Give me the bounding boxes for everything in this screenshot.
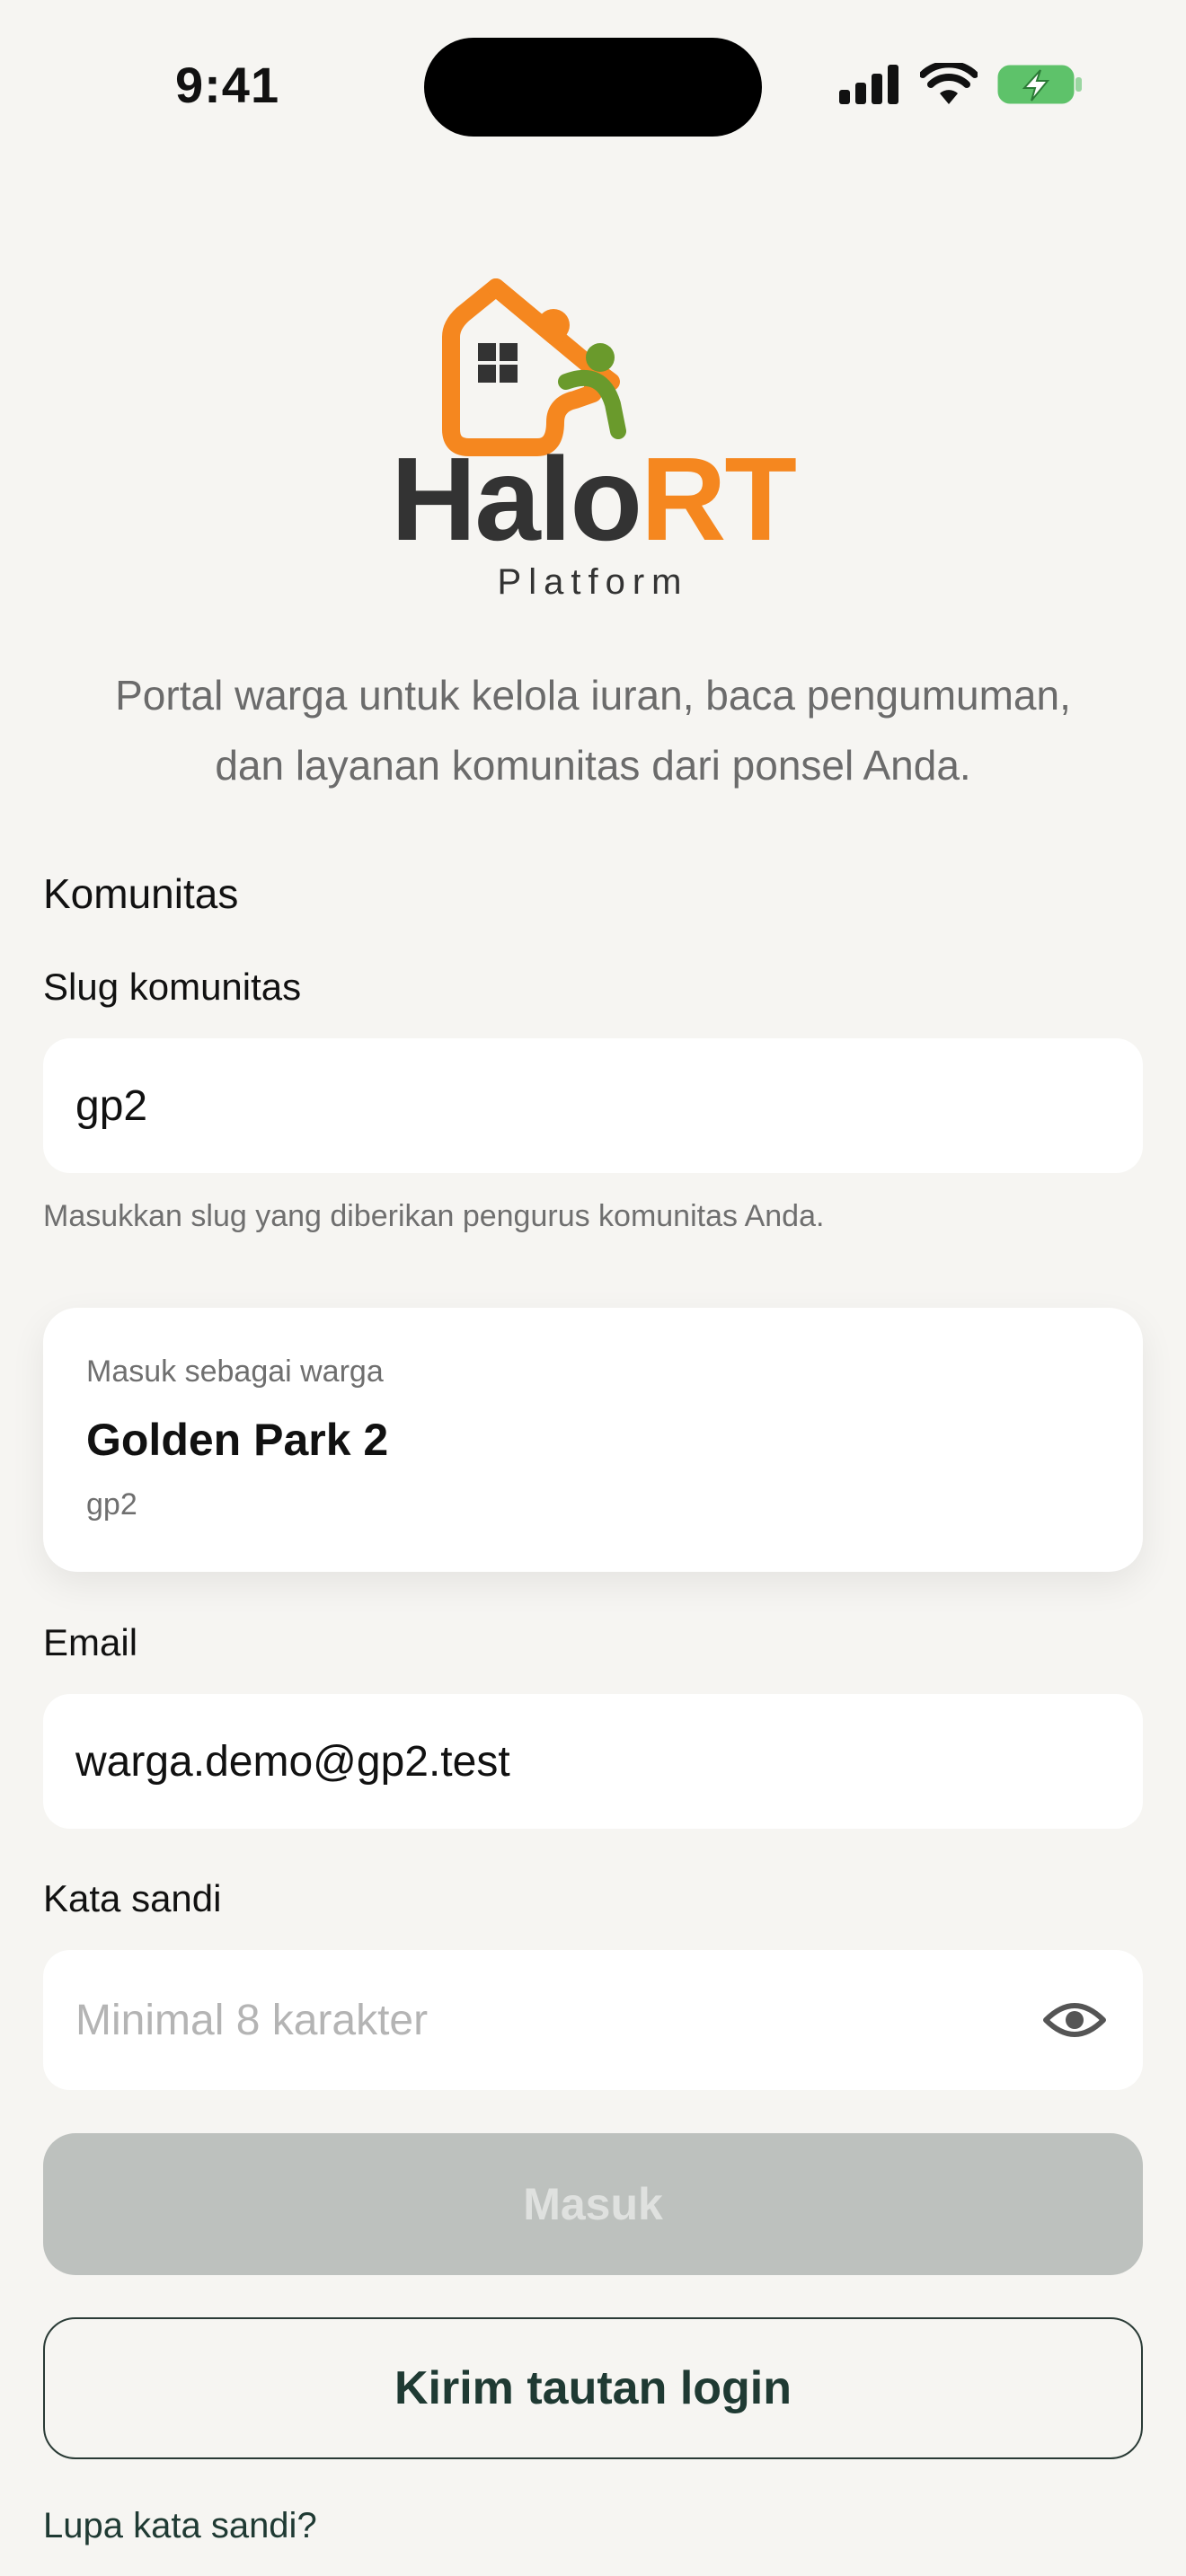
community-slug: gp2 [86, 1487, 137, 1522]
slug-label: Slug komunitas [43, 966, 302, 1008]
community-name: Golden Park 2 [86, 1415, 389, 1465]
email-value: warga.demo@gp2.test [75, 1737, 510, 1786]
password-label: Kata sandi [43, 1877, 222, 1919]
brand-name: HaloRT [390, 433, 797, 565]
brand-subtitle: Platform [497, 562, 689, 602]
password-field[interactable]: Minimal 8 karakter [43, 1950, 1143, 2090]
status-icons [837, 63, 1084, 106]
slug-helper-text: Masukkan slug yang diberikan pengurus ko… [43, 1199, 825, 1233]
email-label: Email [43, 1621, 138, 1663]
battery-charging-icon [997, 65, 1082, 104]
section-title-community: Komunitas [43, 870, 239, 917]
signal-icon [839, 65, 898, 104]
slug-value: gp2 [75, 1081, 148, 1130]
wifi-icon [920, 63, 978, 104]
email-field[interactable]: warga.demo@gp2.test [43, 1694, 1143, 1829]
send-login-link-button[interactable]: Kirim tautan login [43, 2317, 1143, 2459]
tagline: Portal warga untuk kelola iuran, baca pe… [45, 660, 1141, 800]
tagline-line-1: Portal warga untuk kelola iuran, baca pe… [115, 672, 1071, 719]
tagline-line-2: dan layanan komunitas dari ponsel Anda. [215, 742, 971, 789]
login-button[interactable]: Masuk [43, 2133, 1143, 2275]
password-placeholder: Minimal 8 karakter [75, 1996, 429, 2044]
community-card-label: Masuk sebagai warga [86, 1354, 384, 1389]
forgot-password-link[interactable]: Lupa kata sandi? [43, 2506, 317, 2546]
dynamic-island [424, 38, 762, 137]
community-card: Masuk sebagai warga Golden Park 2 gp2 [43, 1308, 1143, 1572]
slug-input[interactable]: gp2 [43, 1038, 1143, 1173]
status-time: 9:41 [175, 57, 280, 113]
eye-icon[interactable] [1042, 1998, 1107, 2042]
